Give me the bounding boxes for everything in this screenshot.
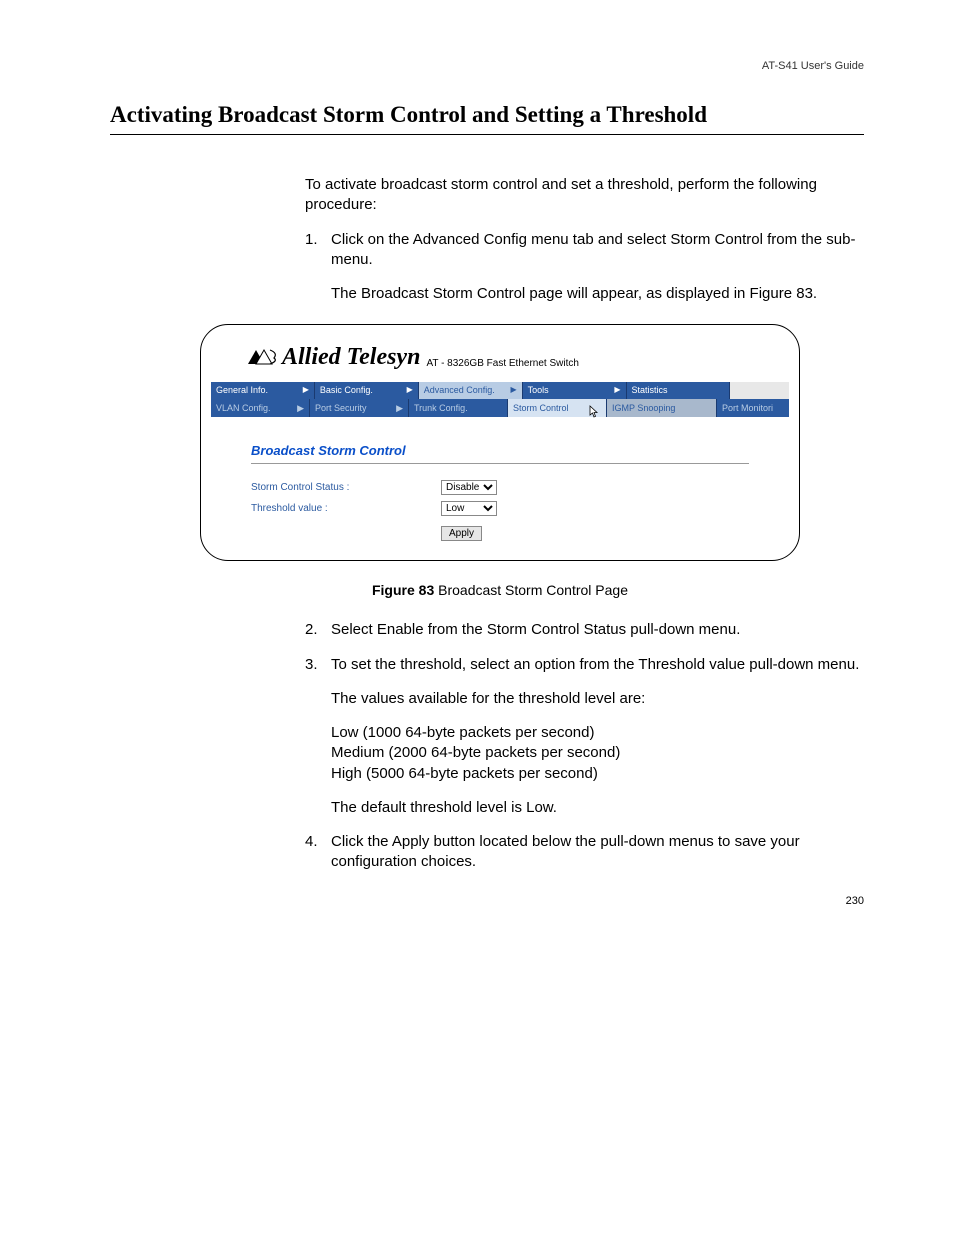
apply-button[interactable]: Apply xyxy=(441,526,482,541)
subtab-trunk-config[interactable]: Trunk Config. xyxy=(409,399,508,417)
subtab-storm-control[interactable]: Storm Control xyxy=(508,399,607,417)
figure-caption-rest: Broadcast Storm Control Page xyxy=(434,582,628,598)
threshold-medium: Medium (2000 64-byte packets per second) xyxy=(331,744,620,761)
step-2-text: Select Enable from the Storm Control Sta… xyxy=(331,621,740,638)
main-tabs: General Info. ▶ Basic Config. ▶ Advanced C… xyxy=(211,382,789,399)
step-3: 3. To set the threshold, select an optio… xyxy=(305,655,864,819)
step-4: 4. Click the Apply button located below … xyxy=(305,832,864,873)
intro-paragraph: To activate broadcast storm control and … xyxy=(305,175,864,216)
brand-logo: Allied Telesyn xyxy=(246,341,420,373)
chevron-right-icon: ▶ xyxy=(303,385,309,396)
panel-title: Broadcast Storm Control xyxy=(251,442,749,465)
threshold-low: Low (1000 64-byte packets per second) xyxy=(331,724,595,741)
page-number: 230 xyxy=(846,895,864,907)
tab-basic-label: Basic Config. xyxy=(320,384,373,396)
step-1-subtext: The Broadcast Storm Control page will ap… xyxy=(331,284,864,304)
cursor-icon xyxy=(587,405,599,422)
tab-statistics-label: Statistics xyxy=(632,384,668,396)
chevron-right-icon: ▶ xyxy=(510,385,516,396)
step-2: 2. Select Enable from the Storm Control … xyxy=(305,620,864,640)
subtab-port-monitoring[interactable]: Port Monitori xyxy=(717,399,789,417)
tab-statistics[interactable]: Statistics xyxy=(627,382,731,399)
subtab-trunk-label: Trunk Config. xyxy=(414,402,468,414)
subtab-vlan-label: VLAN Config. xyxy=(216,402,271,414)
tab-tools-label: Tools xyxy=(528,384,549,396)
subtab-vlan-config[interactable]: VLAN Config. ▶ xyxy=(211,399,310,417)
subtab-portsec-label: Port Security xyxy=(315,402,367,414)
model-label: AT - 8326GB Fast Ethernet Switch xyxy=(426,357,578,371)
figure-caption: Figure 83 Broadcast Storm Control Page xyxy=(136,581,864,600)
storm-control-status-select[interactable]: Disable xyxy=(441,480,497,495)
tab-general-info[interactable]: General Info. ▶ xyxy=(211,382,315,399)
step-2-number: 2. xyxy=(305,620,318,640)
step-3-default: The default threshold level is Low. xyxy=(331,798,864,818)
tab-basic-config[interactable]: Basic Config. ▶ xyxy=(315,382,419,399)
threshold-label: Threshold value : xyxy=(251,502,441,516)
threshold-values-block: Low (1000 64-byte packets per second) Me… xyxy=(331,723,864,784)
step-1-text: Click on the Advanced Config menu tab an… xyxy=(331,231,855,268)
step-3-sub1: The values available for the threshold l… xyxy=(331,689,864,709)
step-3-number: 3. xyxy=(305,655,318,675)
threshold-value-select[interactable]: Low xyxy=(441,501,497,516)
chevron-right-icon: ▶ xyxy=(297,402,304,414)
figure-caption-bold: Figure 83 xyxy=(372,582,434,598)
tab-advanced-config[interactable]: Advanced Config. ▶ xyxy=(419,382,523,399)
step-4-number: 4. xyxy=(305,832,318,852)
chevron-right-icon: ▶ xyxy=(407,385,413,396)
tab-spacer xyxy=(730,382,789,399)
subtab-storm-label: Storm Control xyxy=(513,402,569,414)
chevron-right-icon: ▶ xyxy=(614,385,620,396)
subtab-portmon-label: Port Monitori xyxy=(722,402,773,414)
threshold-high: High (5000 64-byte packets per second) xyxy=(331,765,598,782)
step-1-number: 1. xyxy=(305,230,318,250)
step-4-text: Click the Apply button located below the… xyxy=(331,833,800,870)
sub-tabs: VLAN Config. ▶ Port Security ▶ Trunk Confi… xyxy=(211,399,789,417)
brand-logo-text: Allied Telesyn xyxy=(282,341,420,373)
subtab-igmp-snooping[interactable]: IGMP Snooping xyxy=(607,399,717,417)
status-label: Storm Control Status : xyxy=(251,481,441,495)
header-guide: AT-S41 User's Guide xyxy=(110,60,864,72)
tab-advanced-label: Advanced Config. xyxy=(424,384,495,396)
subtab-igmp-label: IGMP Snooping xyxy=(612,402,675,414)
step-3-text: To set the threshold, select an option f… xyxy=(331,656,859,673)
brand-logo-icon xyxy=(246,348,278,366)
chevron-right-icon: ▶ xyxy=(396,402,403,414)
step-1: 1. Click on the Advanced Config menu tab… xyxy=(305,230,864,601)
figure-screenshot: Allied Telesyn AT - 8326GB Fast Ethernet… xyxy=(200,324,800,561)
subtab-port-security[interactable]: Port Security ▶ xyxy=(310,399,409,417)
tab-general-label: General Info. xyxy=(216,384,268,396)
section-title: Activating Broadcast Storm Control and S… xyxy=(110,102,864,135)
tab-tools[interactable]: Tools ▶ xyxy=(523,382,627,399)
